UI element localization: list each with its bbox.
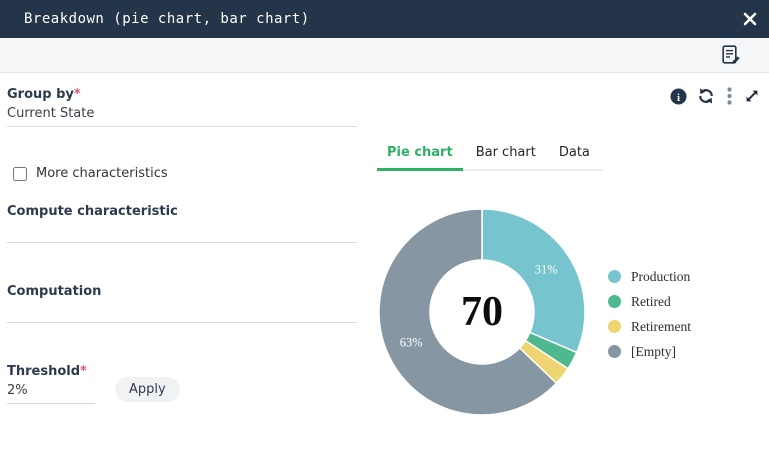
- legend-swatch: [608, 295, 621, 308]
- dialog-titlebar: Breakdown (pie chart, bar chart): [0, 0, 769, 38]
- group-by-underline: [7, 126, 357, 127]
- compute-characteristic-input[interactable]: [7, 212, 357, 242]
- computation-input[interactable]: [7, 292, 357, 322]
- legend-item-retirement[interactable]: Retirement: [608, 314, 691, 339]
- more-characteristics-label[interactable]: More characteristics: [36, 166, 168, 181]
- required-asterisk: *: [80, 364, 87, 379]
- close-icon[interactable]: [736, 0, 764, 38]
- tab-pie-chart[interactable]: Pie chart: [377, 140, 463, 171]
- tab-bar-chart[interactable]: Bar chart: [466, 140, 546, 171]
- refresh-icon[interactable]: [697, 87, 715, 105]
- slice-percent-label: 63%: [400, 335, 423, 349]
- chart-actions: i: [669, 87, 761, 105]
- legend-item-empty[interactable]: [Empty]: [608, 339, 691, 364]
- group-by-label: Group by*: [7, 87, 81, 102]
- kebab-menu-icon[interactable]: [725, 87, 733, 105]
- chart-tabs: Pie chart Bar chart Data: [377, 140, 603, 171]
- threshold-underline: [7, 403, 95, 404]
- svg-text:i: i: [676, 92, 679, 104]
- apply-button[interactable]: Apply: [115, 377, 180, 402]
- expand-icon[interactable]: [743, 87, 761, 105]
- legend-label: [Empty]: [631, 344, 676, 360]
- threshold-label: Threshold*: [7, 364, 87, 379]
- legend-swatch: [608, 270, 621, 283]
- donut-center-total: 70: [461, 289, 503, 335]
- compute-characteristic-underline: [7, 242, 357, 243]
- legend-label: Retired: [631, 294, 671, 310]
- legend-label: Retirement: [631, 319, 691, 335]
- group-by-select[interactable]: Current State: [7, 106, 94, 121]
- chart-legend: Production Retired Retirement [Empty]: [608, 264, 691, 364]
- computation-underline: [7, 322, 357, 323]
- more-characteristics-checkbox[interactable]: [13, 167, 27, 181]
- note-edit-icon[interactable]: [722, 45, 741, 69]
- legend-item-retired[interactable]: Retired: [608, 289, 691, 314]
- info-icon[interactable]: i: [669, 87, 687, 105]
- legend-swatch: [608, 345, 621, 358]
- legend-item-production[interactable]: Production: [608, 264, 691, 289]
- tab-data[interactable]: Data: [549, 140, 600, 171]
- dialog-toolbar: [0, 38, 769, 73]
- dialog-title: Breakdown (pie chart, bar chart): [24, 11, 310, 27]
- threshold-input[interactable]: 2%: [7, 383, 28, 398]
- more-characteristics-row: More characteristics: [13, 166, 168, 181]
- legend-swatch: [608, 320, 621, 333]
- slice-percent-label: 31%: [535, 263, 558, 277]
- pie-chart: 31% 63% 70: [372, 202, 592, 422]
- breakdown-dialog: Breakdown (pie chart, bar chart) Group b…: [0, 0, 769, 463]
- legend-label: Production: [631, 269, 690, 285]
- required-asterisk: *: [74, 87, 81, 102]
